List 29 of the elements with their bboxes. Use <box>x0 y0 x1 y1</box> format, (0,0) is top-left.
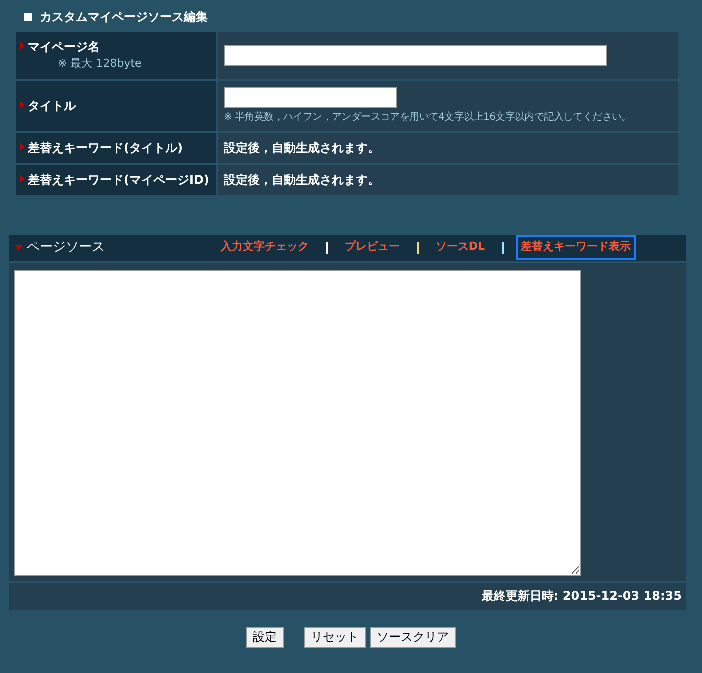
section-title: ページソース <box>27 238 106 257</box>
toolbar-link[interactable]: 入力文字チェック <box>216 235 314 260</box>
text-field[interactable] <box>224 86 397 108</box>
field-label: タイトル <box>28 98 76 114</box>
marker-icon <box>20 142 25 150</box>
marker-icon <box>20 100 25 108</box>
last-updated: 最終更新日時: 2015-12-03 18:35 <box>482 588 682 605</box>
square-icon <box>24 13 32 21</box>
marker-icon <box>20 42 25 50</box>
caret-icon <box>15 244 23 250</box>
link-divider <box>502 242 504 254</box>
page-title: カスタムマイページソース編集 <box>40 9 208 26</box>
form-button[interactable]: 設定 <box>246 626 284 648</box>
field-label: 差替えキーワード(タイトル) <box>28 140 183 156</box>
field-label: 差替えキーワード(マイページID) <box>28 172 210 188</box>
field-hint: ※ 半角英数，ハイフン，アンダースコアを用いて4文字以上16文字以内で記入してください。 <box>224 110 632 124</box>
toolbar-link[interactable]: ソースDL <box>430 235 490 260</box>
toolbar-link[interactable]: 差替えキーワード表示 <box>516 235 636 260</box>
link-divider <box>416 242 419 254</box>
link-divider <box>326 242 328 254</box>
field-value: 設定後，自動生成されます。 <box>224 172 381 188</box>
marker-icon <box>20 174 25 182</box>
field-value: 設定後，自動生成されます。 <box>224 140 381 156</box>
field-note: ※ 最大 128byte <box>57 56 143 72</box>
form-button[interactable]: リセット <box>304 626 366 648</box>
field-label: マイページ名 <box>28 39 100 56</box>
toolbar-link[interactable]: プレビュー <box>340 235 405 260</box>
text-field[interactable] <box>224 44 607 66</box>
form-button[interactable]: ソースクリア <box>370 626 456 648</box>
